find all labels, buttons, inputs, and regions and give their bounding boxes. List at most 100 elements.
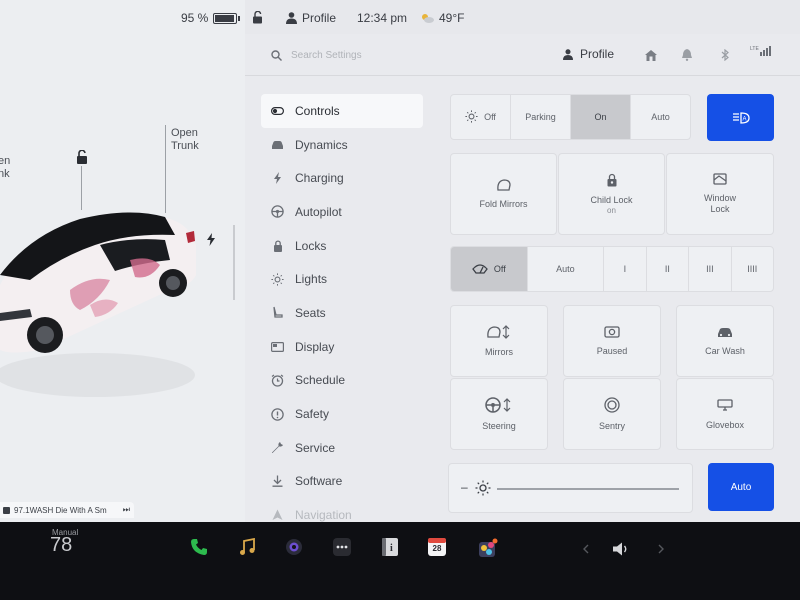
sentry-mode-button[interactable]: Sentry (563, 378, 661, 450)
sentry-label: Sentry (598, 421, 625, 431)
open-trunk-label[interactable]: Open Trunk (171, 127, 199, 153)
lte-signal-icon: LTE (750, 46, 771, 56)
car-wash-button[interactable]: Car Wash (676, 305, 774, 377)
search-icon[interactable] (271, 48, 282, 66)
bolt-icon (271, 172, 284, 185)
clock-icon (271, 374, 284, 387)
notification-bell-icon[interactable] (682, 48, 692, 66)
wipers-option-off[interactable]: Off (451, 247, 528, 291)
steering-adjust-button[interactable]: Steering (450, 378, 548, 450)
battery-percent: 95 % (181, 11, 209, 25)
brightness-sun-icon (475, 480, 491, 501)
wipers-option-ii[interactable]: II (647, 247, 690, 291)
headlights-option-label: On (594, 112, 607, 122)
menu-item-label: Service (295, 440, 336, 455)
toggle-icon (271, 104, 284, 117)
menu-item-seats[interactable]: Seats (261, 296, 423, 330)
menu-item-schedule[interactable]: Schedule (261, 364, 423, 398)
menu-item-locks[interactable]: Locks (261, 229, 423, 263)
owners-manual-icon[interactable]: i (381, 538, 399, 556)
volume-icon[interactable] (612, 542, 630, 556)
previous-volume-chevron[interactable] (583, 544, 589, 554)
headlights-option-off[interactable]: Off (451, 95, 511, 139)
driver-profile[interactable]: Profile (286, 11, 336, 25)
child-lock-icon (606, 173, 618, 189)
menu-item-label: Lights (295, 272, 328, 287)
toybox-icon[interactable] (478, 538, 498, 558)
glovebox-button[interactable]: Glovebox (676, 378, 774, 450)
headlights-option-parking[interactable]: Parking (511, 95, 571, 139)
window-lock-button[interactable]: Window Lock (666, 153, 774, 235)
wipers-option-label: I (623, 264, 627, 274)
sun-cloud-icon (422, 14, 434, 23)
lock-status-icon[interactable] (252, 11, 264, 24)
person-icon (286, 12, 297, 24)
menu-item-safety[interactable]: Safety (261, 397, 423, 431)
wipers-option-auto[interactable]: Auto (528, 247, 605, 291)
menu-item-dynamics[interactable]: Dynamics (261, 128, 423, 162)
search-settings-input[interactable] (291, 44, 491, 66)
lock-open-icon[interactable] (75, 149, 89, 169)
steering-wheel-icon (271, 205, 284, 219)
profile-name: Profile (302, 11, 337, 25)
dashcam-status-label: Paused (596, 346, 628, 356)
media-player-bar[interactable]: 97.1WASH Die With A Sm ⏭ (0, 502, 134, 518)
brightness-minus[interactable]: – (461, 480, 468, 494)
phone-icon[interactable] (190, 538, 208, 556)
brightness-auto-button[interactable]: Auto (708, 463, 774, 511)
alert-icon (271, 407, 284, 421)
wipers-option-i[interactable]: I (604, 247, 647, 291)
headlights-option-on[interactable]: On (571, 95, 631, 139)
menu-item-label: Seats (295, 305, 326, 320)
menu-item-label: Dynamics (295, 137, 348, 152)
steering-label: Steering (482, 421, 516, 431)
wipers-option-label: Off (493, 264, 506, 274)
brightness-slider[interactable] (497, 488, 679, 490)
lock-icon (271, 239, 284, 252)
battery-indicator: 95 % (181, 11, 241, 25)
open-frunk-label[interactable]: en nk (0, 155, 10, 181)
clock: 12:34 pm (357, 11, 408, 25)
menu-item-label: Software (295, 474, 343, 489)
weather: 49°F (420, 11, 464, 25)
next-volume-chevron[interactable] (658, 544, 664, 554)
brightness-auto-label: Auto (730, 481, 752, 493)
header-profile-button[interactable]: Profile (563, 47, 614, 61)
battery-icon (213, 12, 241, 24)
child-lock-button[interactable]: Child Lock on (558, 153, 665, 235)
auto-high-beam-button[interactable]: A (707, 94, 774, 141)
touchscreen: en nk Open Trunk 97.1WASH Die With A Sm … (0, 0, 800, 522)
next-track-icon[interactable]: ⏭ (123, 505, 134, 515)
dashcam-button[interactable]: Paused (563, 305, 661, 377)
bluetooth-icon[interactable] (721, 48, 729, 66)
music-icon[interactable] (239, 538, 255, 556)
menu-item-navigation[interactable]: Navigation (261, 498, 423, 522)
headlights-option-auto[interactable]: Auto (631, 95, 690, 139)
wipers-option-iiii[interactable]: IIII (732, 247, 773, 291)
mirrors-adjust-button[interactable]: Mirrors (450, 305, 548, 377)
headlights-segmented-control: Off Parking On Auto (450, 94, 691, 140)
more-apps-icon[interactable] (333, 538, 351, 556)
wipers-option-label: III (706, 264, 714, 274)
child-lock-label: Child Lock (590, 195, 633, 205)
menu-item-lights[interactable]: Lights (261, 262, 423, 296)
menu-item-display[interactable]: Display (261, 330, 423, 364)
menu-item-autopilot[interactable]: Autopilot (261, 195, 423, 229)
menu-item-service[interactable]: Service (261, 431, 423, 465)
menu-item-label: Charging (295, 171, 344, 186)
menu-item-label: Locks (295, 238, 327, 253)
download-icon (271, 475, 284, 488)
fold-mirrors-button[interactable]: Fold Mirrors (450, 153, 557, 235)
menu-item-software[interactable]: Software (261, 465, 423, 499)
menu-item-charging[interactable]: Charging (261, 161, 423, 195)
calendar-icon[interactable]: 28 (428, 538, 446, 556)
car-icon (271, 138, 284, 151)
camera-icon[interactable] (285, 538, 303, 556)
steering-adjust-icon (485, 397, 513, 415)
home-icon[interactable] (645, 48, 657, 66)
wipers-option-iii[interactable]: III (689, 247, 732, 291)
menu-item-controls[interactable]: Controls (261, 94, 423, 128)
settings-menu: Controls Dynamics Charging Autopilot Locks Li… (261, 94, 423, 522)
menu-item-label: Navigation (295, 508, 352, 522)
glovebox-icon (717, 398, 733, 414)
